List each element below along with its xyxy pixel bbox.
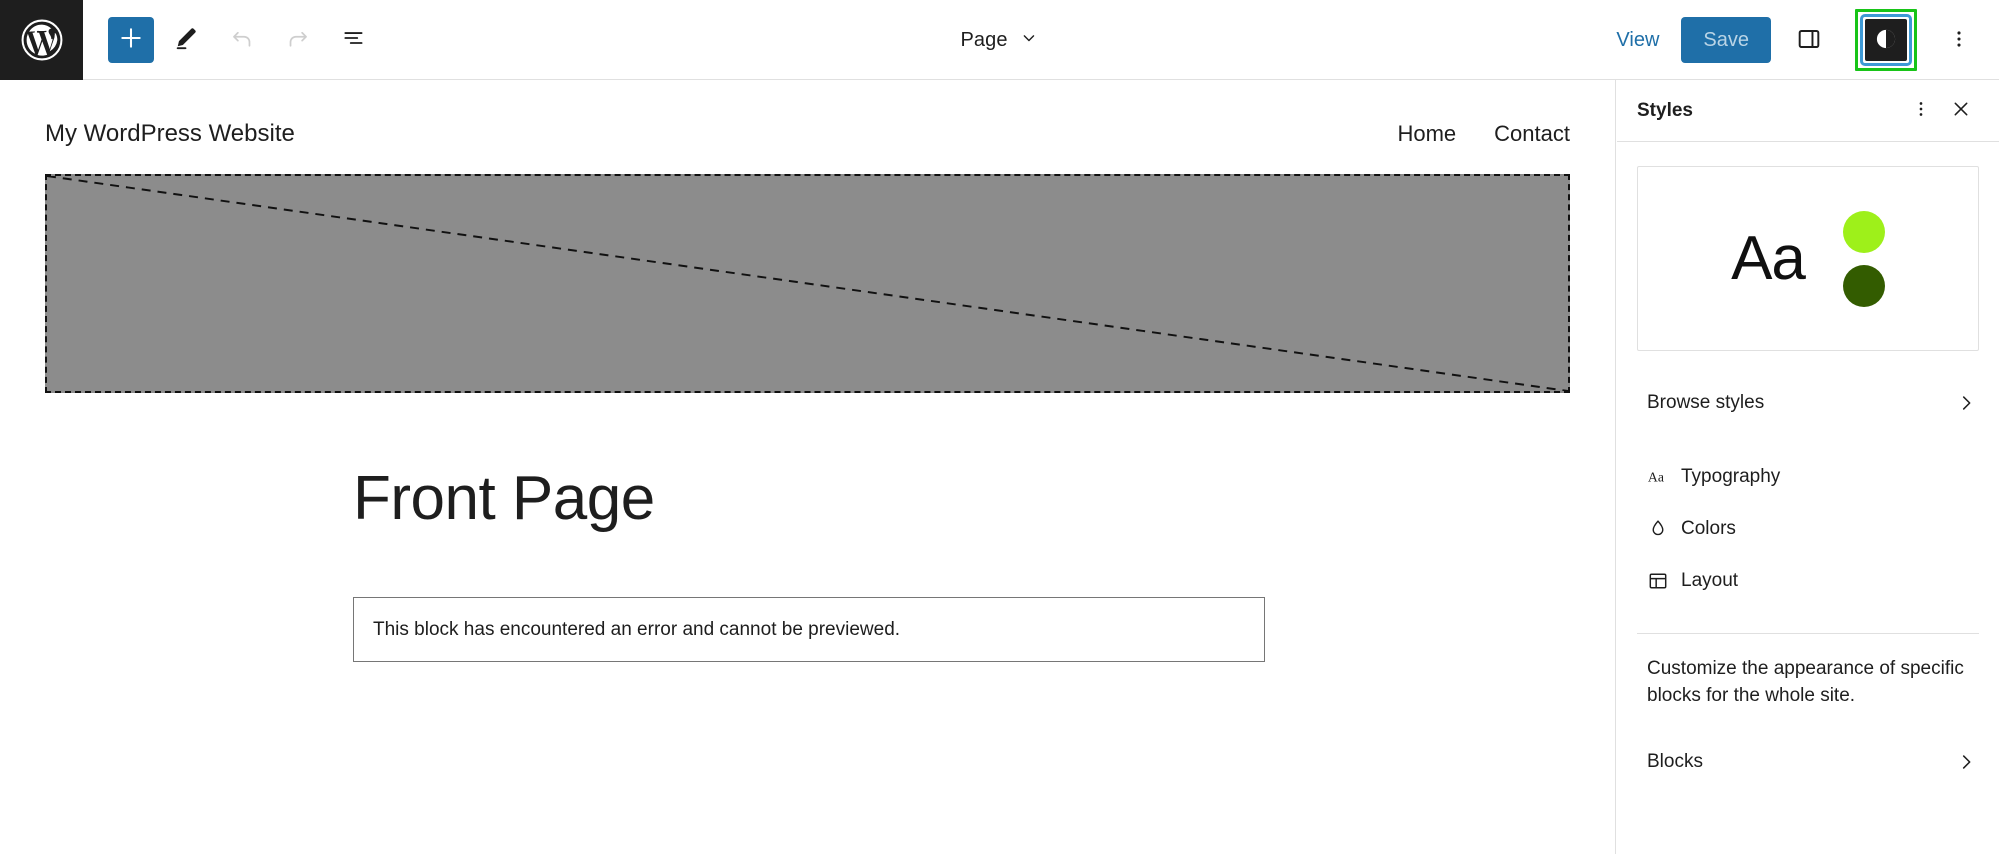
editor-left-tools <box>83 16 378 64</box>
editor-top-toolbar: Page View Save <box>0 0 1999 80</box>
editor-canvas[interactable]: My WordPress Website Home Contact Front … <box>0 80 1616 854</box>
add-block-button[interactable] <box>108 17 154 63</box>
typography-preview-sample: Aa <box>1731 228 1805 290</box>
styles-button[interactable] <box>1865 19 1907 61</box>
contrast-half-circle-icon <box>1873 26 1899 55</box>
layout-panel-icon <box>1647 570 1681 592</box>
page-title[interactable]: Front Page <box>353 463 1615 534</box>
layout-label: Layout <box>1681 570 1977 592</box>
document-title-label: Page <box>960 29 1007 52</box>
document-overview-icon <box>341 25 367 54</box>
sidebar-item-blocks[interactable]: Blocks <box>1617 736 1999 788</box>
typography-aa-icon: Aa <box>1647 466 1681 488</box>
wordpress-logo-icon <box>20 18 64 62</box>
sidebar-item-typography[interactable]: Aa Typography <box>1617 451 1999 503</box>
sidebar-item-browse-styles[interactable]: Browse styles <box>1617 377 1999 429</box>
media-placeholder-block[interactable] <box>45 174 1570 393</box>
undo-icon <box>229 25 255 54</box>
site-header-block[interactable]: My WordPress Website Home Contact <box>0 80 1615 148</box>
color-swatch-dark-green <box>1843 265 1885 307</box>
typography-label: Typography <box>1681 466 1977 488</box>
sidebar-spacer <box>1617 429 1999 451</box>
colors-label: Colors <box>1681 518 1977 540</box>
style-variation-preview[interactable]: Aa <box>1637 166 1979 351</box>
wordpress-block-editor: Page View Save <box>0 0 1999 854</box>
kebab-more-icon <box>1911 99 1931 122</box>
redo-button[interactable] <box>274 16 322 64</box>
kebab-more-icon <box>1948 28 1970 53</box>
block-error-text: This block has encountered an error and … <box>373 619 900 641</box>
color-swatch-group <box>1843 211 1885 307</box>
close-x-icon <box>1950 98 1972 123</box>
editor-right-tools: View Save <box>1594 0 1999 80</box>
sidebar-item-colors[interactable]: Colors <box>1617 503 1999 555</box>
nav-item-home[interactable]: Home <box>1397 121 1456 147</box>
styles-sidebar-header: Styles <box>1617 80 1999 142</box>
styles-sidebar: Styles Aa Browse styles <box>1617 80 1999 854</box>
chevron-right-icon <box>1955 751 1977 773</box>
edit-mode-button[interactable] <box>162 16 210 64</box>
blocks-help-text: Customize the appearance of specific blo… <box>1617 634 1999 710</box>
nav-item-contact[interactable]: Contact <box>1494 121 1570 147</box>
color-swatch-primary-green <box>1843 211 1885 253</box>
color-droplet-icon <box>1647 518 1681 540</box>
pencil-icon <box>173 25 199 54</box>
blocks-label: Blocks <box>1647 751 1955 773</box>
settings-sidebar-toggle-button[interactable] <box>1785 16 1833 64</box>
plus-icon <box>118 25 144 54</box>
view-link[interactable]: View <box>1594 29 1681 52</box>
editor-options-button[interactable] <box>1935 16 1983 64</box>
chevron-down-icon <box>1019 28 1039 53</box>
settings-sidebar-icon <box>1796 26 1822 55</box>
chevron-right-icon <box>1955 392 1977 414</box>
styles-button-wrapper <box>1855 9 1917 71</box>
site-navigation[interactable]: Home Contact <box>1397 121 1570 147</box>
document-overview-button[interactable] <box>330 16 378 64</box>
svg-text:Aa: Aa <box>1648 470 1664 485</box>
save-button[interactable]: Save <box>1681 17 1771 63</box>
redo-icon <box>285 25 311 54</box>
block-error-notice[interactable]: This block has encountered an error and … <box>353 597 1265 662</box>
styles-more-button[interactable] <box>1901 91 1941 131</box>
styles-close-button[interactable] <box>1941 91 1981 131</box>
sidebar-item-layout[interactable]: Layout <box>1617 555 1999 607</box>
browse-styles-label: Browse styles <box>1647 392 1955 414</box>
wordpress-logo-button[interactable] <box>0 0 83 80</box>
undo-button[interactable] <box>218 16 266 64</box>
document-bar[interactable]: Page <box>948 0 1050 80</box>
site-title[interactable]: My WordPress Website <box>45 120 295 148</box>
styles-panel-title: Styles <box>1637 100 1901 122</box>
